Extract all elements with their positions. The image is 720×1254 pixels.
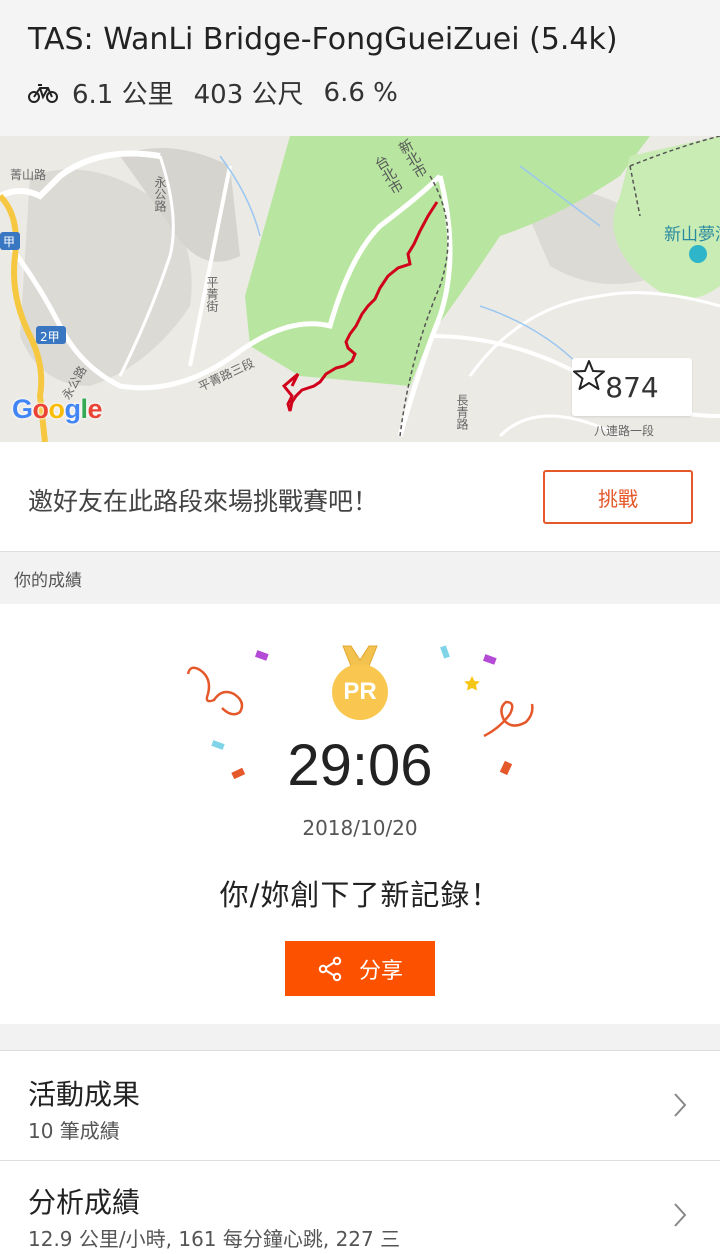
bike-icon [28,83,58,103]
share-button-label: 分享 [358,958,403,984]
list-item-activity-results[interactable]: 活動成果 10 筆成績 [0,1051,720,1161]
segment-grade: 6.6 % [323,77,398,108]
pr-message: 你/妳創下了新記錄！ [219,878,501,912]
segment-map[interactable]: 新北市 台北市 新山夢湖 2甲 甲 永公路 永公路 平菁街 菁山路 平菁路三段 … [0,136,720,442]
map-label-xinshan: 新山夢湖 [664,225,720,245]
challenge-button[interactable]: 挑戰 [543,470,693,524]
star-icon [573,360,605,390]
map-label-yonggong-1: 永公路 [153,176,167,212]
pr-time: 29:06 [287,733,433,798]
star-button[interactable]: 874 [572,358,692,416]
map-label-2jia: 2甲 [40,330,60,344]
results-list: 活動成果 10 筆成績 分析成績 12.9 公里/小時, 161 每分鐘心跳, … [0,1050,720,1254]
map-label-qingshan: 菁山路 [10,168,47,182]
segment-distance: 6.1 公里 [72,80,174,110]
map-label-pingqing: 平菁街 [205,276,219,312]
segment-elevation: 403 公尺 [193,80,304,110]
segment-title: TAS: WanLi Bridge-FongGueiZuei (5.4k) [28,22,618,57]
challenge-invite-text: 邀好友在此路段來場挑戰賽吧！ [28,487,379,516]
segment-stats: 6.1 公里 403 公尺 6.6 % [28,74,418,111]
map-label-changqing: 長青路 [455,394,469,430]
chevron-right-icon [674,1093,687,1117]
share-icon [318,956,342,981]
map-label-jia: 甲 [3,235,16,249]
challenge-row: 邀好友在此路段來場挑戰賽吧！ 挑戰 [0,442,720,552]
activity-results-count: 10 筆成績 [28,1119,120,1143]
pr-date: 2018/10/20 [302,816,418,840]
google-logo: Google [12,394,103,424]
activity-results-title: 活動成果 [28,1078,141,1111]
list-item-analysis[interactable]: 分析成績 12.9 公里/小時, 161 每分鐘心跳, 227 三 [0,1161,720,1254]
star-count: 874 [605,370,659,404]
segment-header: TAS: WanLi Bridge-FongGueiZuei (5.4k) 6.… [0,0,720,136]
map-label-badu: 八連路一段 [594,424,655,438]
pr-card: PR 29:06 2018/10/20 你/妳創下了新記錄！ 分享 [0,604,720,1024]
analysis-title: 分析成績 [28,1186,141,1219]
chevron-right-icon [674,1203,687,1227]
analysis-summary: 12.9 公里/小時, 161 每分鐘心跳, 227 三 [28,1227,401,1251]
pr-badge-label: PR [343,678,377,705]
share-button[interactable]: 分享 [285,941,435,996]
results-section-label: 你的成績 [14,571,82,591]
